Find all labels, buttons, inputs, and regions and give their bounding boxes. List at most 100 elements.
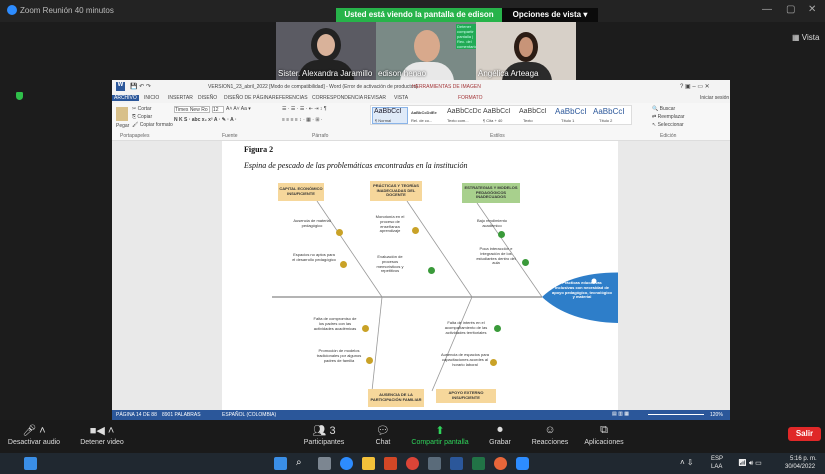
zoom-taskbar-icon[interactable]: [516, 457, 529, 470]
tab-referencias[interactable]: REFERENCIAS: [272, 95, 308, 101]
powerpoint-icon[interactable]: [384, 457, 397, 470]
stop-video-button[interactable]: ■◀ ˄ Detener video: [74, 420, 130, 453]
participants-button[interactable]: 👥︎ 3 Participantes: [298, 420, 350, 453]
find-button[interactable]: 🔍 Buscar: [652, 106, 675, 112]
word-app-icon[interactable]: [450, 457, 463, 470]
style-name: ¶ Cita + 40: [483, 118, 503, 123]
paste-label[interactable]: Pegar: [116, 123, 129, 129]
style-sample[interactable]: AaBbCcI: [555, 107, 587, 116]
mute-button[interactable]: 🎤︎ ˄ Desactivar audio: [4, 420, 64, 453]
zoom-app-icon[interactable]: [340, 457, 353, 470]
word-window-controls[interactable]: ? ▣ – ▭ ✕: [680, 83, 710, 90]
zoom-logo-icon: [7, 5, 17, 15]
style-sample[interactable]: AaBbCcDdEe: [411, 110, 437, 115]
windows-taskbar: ⌕ ˄ ⇩ ESP LAA 📶︎ 🔊︎ ▭ 5:16 p. m. 30/04/2…: [0, 453, 825, 474]
tab-diseno[interactable]: DISEÑO: [198, 95, 217, 101]
active-speaker-overlay: Detener compartir pantalla | Rec. del co…: [456, 24, 476, 49]
view-mode-icons[interactable]: ▤ ▥ ▦: [612, 411, 629, 417]
share-screen-icon: ⬆: [435, 425, 445, 437]
view-options-button[interactable]: Opciones de vista ▾: [502, 8, 598, 22]
format-painter-button[interactable]: 🖌 Copiar formato: [132, 122, 173, 128]
style-sample[interactable]: AaBbCcI: [593, 107, 625, 116]
document-page[interactable]: Figura 2 Espina de pescado de las proble…: [222, 141, 618, 413]
cause-label: Falta de interés en el acompañamiento de…: [444, 320, 488, 335]
language-status[interactable]: ESPAÑOL (COLOMBIA): [222, 412, 276, 418]
cut-button[interactable]: ✂ Cortar: [132, 106, 152, 112]
chat-button[interactable]: 💬︎ Chat: [368, 420, 398, 453]
search-icon[interactable]: ⌕: [296, 457, 309, 470]
record-button[interactable]: ⏺ Grabar: [482, 420, 518, 453]
network-volume-icons[interactable]: 📶︎ 🔊︎ ▭: [738, 459, 762, 468]
paragraph-list-buttons[interactable]: ☰ · ☰ · ☰ · ⇤ ⇥ ↕ ¶: [282, 106, 327, 112]
style-sample[interactable]: AaBbCcI: [519, 108, 547, 115]
excel-app-icon[interactable]: [472, 457, 485, 470]
chrome-icon[interactable]: [406, 457, 419, 470]
replace-label: Reemplazar: [657, 114, 685, 120]
tab-formato[interactable]: FORMATO: [458, 95, 483, 101]
replace-button[interactable]: ⇄ Reemplazar: [652, 114, 685, 120]
category-box: ESTRATEGIAS Y MODELOS PEDAGÓGICOS INADEC…: [462, 183, 520, 203]
tab-vista[interactable]: VISTA: [394, 95, 408, 101]
ribbon: Pegar ✂ Cortar ⎘ Copiar 🖌 Copiar formato…: [112, 103, 730, 141]
file-explorer-icon[interactable]: [362, 457, 375, 470]
cause-dot: [336, 229, 343, 236]
cause-dot: [498, 231, 505, 238]
participant-face: [414, 30, 440, 62]
style-sample[interactable]: AaBbCcI: [483, 108, 511, 115]
paragraph-align-buttons[interactable]: ≡ ≡ ≡ ≡ ↕ · ▦ · ⊞ ·: [282, 117, 323, 123]
style-sample[interactable]: AaBbCcDc: [447, 108, 481, 115]
copy-label: Copiar: [137, 114, 153, 120]
windows-start-icon[interactable]: [24, 457, 37, 470]
save-icon[interactable]: 💾 ↶ ↷: [130, 83, 151, 90]
zoom-slider[interactable]: [648, 414, 704, 415]
bone-bottom-1: [431, 296, 473, 392]
group-label: Portapapeles: [120, 133, 150, 139]
style-name: Texto com...: [447, 118, 469, 123]
zoom-level[interactable]: 120%: [710, 412, 723, 418]
share-screen-button[interactable]: ⬆ Compartir pantalla: [408, 420, 472, 453]
apps-icon: ⧉: [600, 424, 608, 436]
paste-icon[interactable]: [116, 107, 128, 121]
select-button[interactable]: ↖ Seleccionar: [652, 122, 684, 128]
close-icon[interactable]: ✕: [808, 4, 816, 15]
tab-revisar[interactable]: REVISAR: [364, 95, 386, 101]
browser-icon[interactable]: [494, 457, 507, 470]
page-count[interactable]: PÁGINA 14 DE 88: [116, 412, 157, 418]
start-icon[interactable]: [274, 457, 287, 470]
share-screen-label: Compartir pantalla: [411, 439, 469, 446]
document-area[interactable]: Figura 2 Espina de pescado de las proble…: [112, 141, 730, 413]
word-count[interactable]: 8901 PALABRAS: [162, 412, 201, 418]
group-label: Fuente: [222, 133, 238, 139]
font-name-select[interactable]: Times New Ro: [174, 106, 210, 113]
tab-correspondencia[interactable]: CORRESPONDENCIA: [312, 95, 363, 101]
font-size-select[interactable]: 12: [212, 106, 224, 113]
maximize-icon[interactable]: ▢: [786, 4, 795, 15]
apps-button[interactable]: ⧉ Aplicaciones: [578, 420, 630, 453]
app-icon[interactable]: [428, 457, 441, 470]
tray-icons[interactable]: ˄ ⇩: [680, 458, 694, 467]
font-grow-shrink[interactable]: A˄ A˅ Aa ▾: [226, 106, 251, 112]
leave-button[interactable]: Salir: [788, 427, 821, 441]
shared-screen-word[interactable]: W 💾 ↶ ↷ VERSION1_23_abril_2022 [Modo de …: [112, 80, 730, 420]
share-banner: Usted está viendo la pantalla de edison …: [336, 8, 502, 33]
clock-time[interactable]: 5:16 p. m.: [790, 456, 817, 462]
participant-video-2[interactable]: edison henao Detener compartir pantalla …: [376, 22, 476, 80]
task-view-icon[interactable]: [318, 457, 331, 470]
copy-button[interactable]: ⎘ Copiar: [132, 114, 152, 120]
participant-count: 3: [329, 425, 336, 437]
participant-video-3[interactable]: Angélica Arteaga: [476, 22, 576, 80]
tab-insertar[interactable]: INSERTAR: [168, 95, 193, 101]
font-format-buttons[interactable]: N K S · abc x₂ x² A · ✎ · A ·: [174, 117, 237, 123]
signin-link[interactable]: Iniciar sesión: [700, 95, 729, 101]
minimize-icon[interactable]: —: [762, 4, 772, 15]
security-shield-icon[interactable]: [16, 92, 23, 100]
tab-diseno-pagina[interactable]: DISEÑO DE PÁGINA: [224, 95, 272, 101]
participant-video-1[interactable]: Sister. Alexandra Jaramillo: [276, 22, 376, 80]
group-label: Edición: [660, 133, 677, 139]
tab-archivo[interactable]: ARCHIVO: [112, 95, 139, 101]
cause-dot: [494, 325, 501, 332]
vista-button[interactable]: ▦ Vista: [792, 33, 819, 42]
input-language[interactable]: ESP: [711, 456, 723, 462]
tab-inicio[interactable]: INICIO: [144, 95, 159, 101]
reactions-button[interactable]: ☺ Reacciones: [528, 420, 572, 453]
